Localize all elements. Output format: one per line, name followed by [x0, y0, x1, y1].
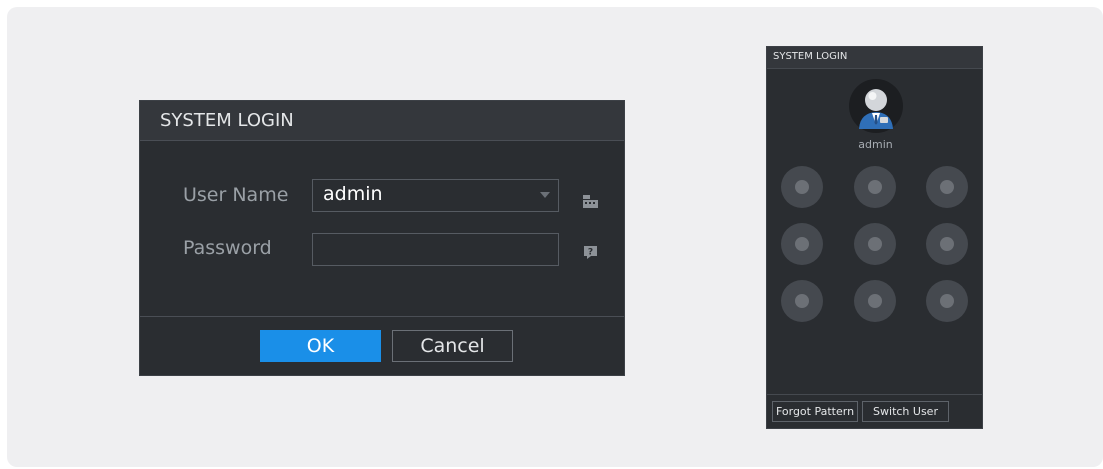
keyboard-icon[interactable]: [583, 193, 598, 208]
ok-button[interactable]: OK: [260, 330, 381, 362]
question-icon[interactable]: ?: [583, 244, 598, 259]
forgot-pattern-button[interactable]: Forgot Pattern: [772, 401, 858, 422]
username-value: admin: [323, 183, 383, 205]
panel-footer-divider: [767, 394, 982, 395]
pattern-login-panel: SYSTEM LOGIN admin Forgot Pattern Switch…: [766, 46, 983, 429]
username-dropdown[interactable]: admin: [312, 179, 559, 212]
panel-username: admin: [858, 138, 893, 151]
background-canvas: SYSTEM LOGIN User Name admin Password ?: [7, 7, 1103, 467]
pattern-dot[interactable]: [854, 280, 896, 322]
pattern-dot[interactable]: [854, 166, 896, 208]
cancel-button[interactable]: Cancel: [392, 330, 513, 362]
pattern-dot[interactable]: [781, 223, 823, 265]
user-avatar-icon: [849, 79, 903, 133]
pattern-dot[interactable]: [926, 166, 968, 208]
password-label: Password: [183, 237, 272, 259]
login-dialog: SYSTEM LOGIN User Name admin Password ?: [139, 100, 625, 376]
footer-divider: [140, 316, 624, 317]
dialog-title: SYSTEM LOGIN: [140, 101, 624, 141]
pattern-dot[interactable]: [926, 280, 968, 322]
pattern-dot[interactable]: [781, 166, 823, 208]
username-label: User Name: [183, 184, 289, 206]
switch-user-button[interactable]: Switch User: [862, 401, 949, 422]
pattern-dot[interactable]: [854, 223, 896, 265]
pattern-dot[interactable]: [926, 223, 968, 265]
password-input[interactable]: [312, 233, 559, 266]
pattern-dot[interactable]: [781, 280, 823, 322]
svg-text:?: ?: [588, 248, 593, 258]
panel-title: SYSTEM LOGIN: [767, 47, 982, 69]
chevron-down-icon[interactable]: [540, 192, 550, 198]
